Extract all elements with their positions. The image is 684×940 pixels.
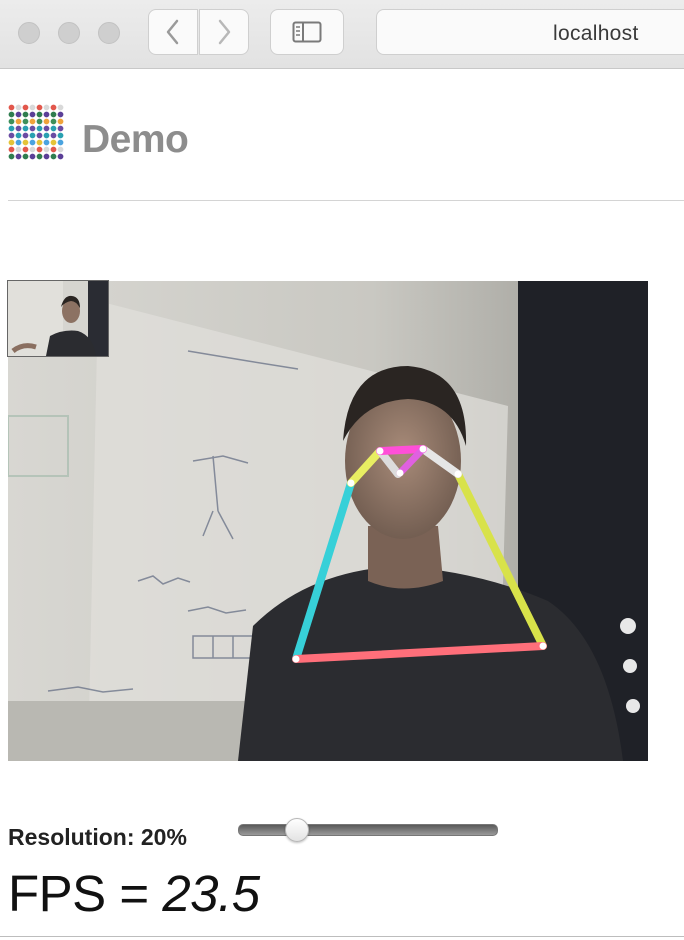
sidebar-icon bbox=[292, 21, 322, 43]
browser-toolbar: localhost bbox=[0, 0, 684, 69]
chevron-right-icon bbox=[218, 19, 231, 45]
chevron-left-icon bbox=[166, 19, 179, 45]
forward-button[interactable] bbox=[199, 9, 249, 55]
back-button[interactable] bbox=[148, 9, 198, 55]
fps-label: FPS = bbox=[8, 865, 163, 922]
sidebar-toggle-button[interactable] bbox=[270, 9, 344, 55]
close-window-button[interactable] bbox=[18, 22, 40, 44]
minimize-window-button[interactable] bbox=[58, 22, 80, 44]
page-title: Demo bbox=[82, 118, 189, 161]
slider-thumb[interactable] bbox=[284, 818, 309, 842]
fps-readout: FPS = 23.5 bbox=[8, 864, 260, 923]
zoom-window-button[interactable] bbox=[98, 22, 120, 44]
page-bottom-divider bbox=[0, 936, 684, 937]
address-bar-text: localhost bbox=[553, 22, 639, 45]
header-divider bbox=[8, 200, 684, 201]
slider-track[interactable] bbox=[238, 824, 498, 836]
input-preview-thumbnail bbox=[7, 280, 109, 357]
dot-grid-logo-icon bbox=[8, 104, 64, 160]
address-bar[interactable]: localhost bbox=[376, 9, 684, 55]
resolution-slider[interactable] bbox=[238, 818, 500, 850]
resolution-label: Resolution: 20% bbox=[8, 824, 187, 850]
fps-value: 23.5 bbox=[162, 865, 260, 922]
